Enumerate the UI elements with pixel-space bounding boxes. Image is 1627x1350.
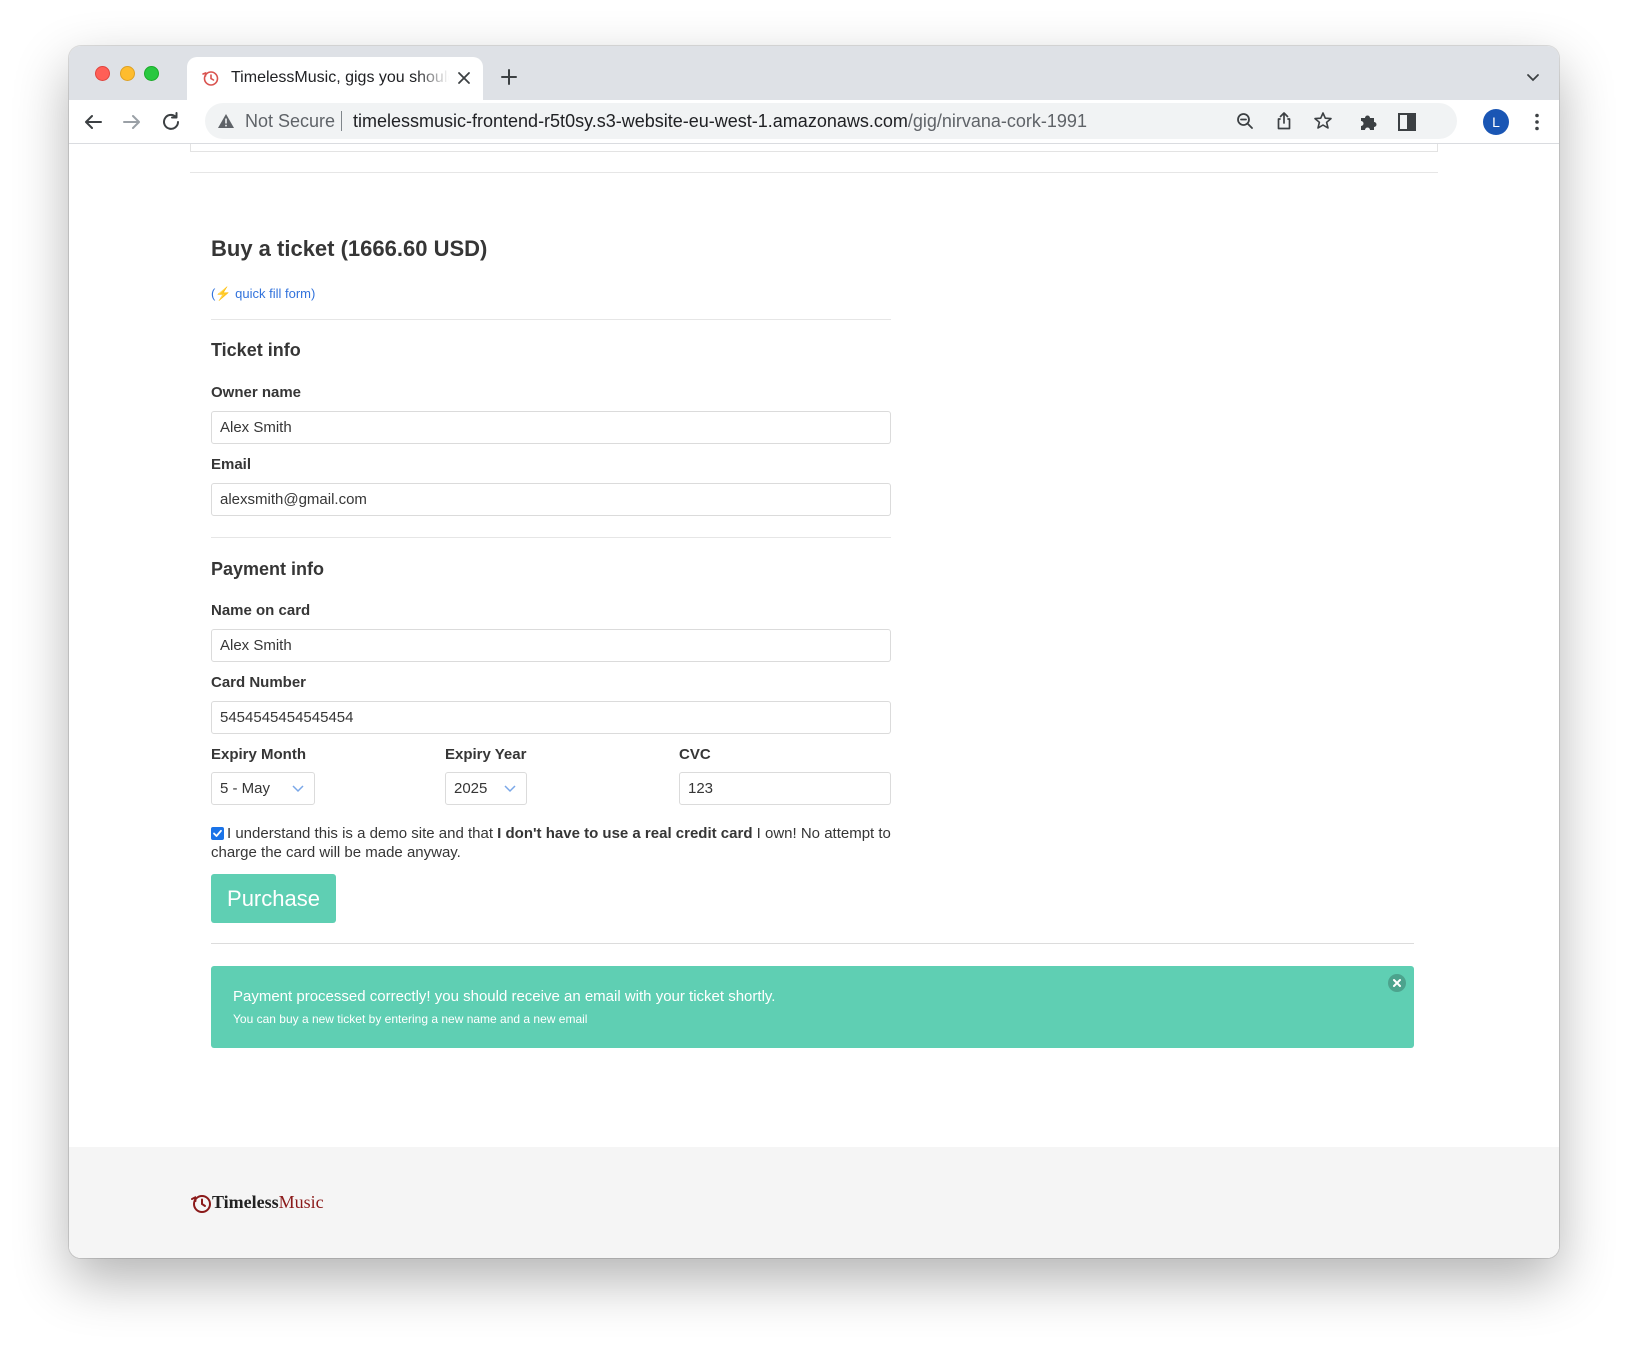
reload-icon[interactable] (159, 110, 183, 134)
logo-text-music: Music (278, 1192, 324, 1212)
chevron-down-icon (292, 785, 304, 793)
close-window-button[interactable] (95, 66, 110, 81)
warning-icon (218, 114, 234, 128)
browser-toolbar: Not Secure timelessmusic-frontend-r5t0sy… (69, 100, 1559, 144)
email-label: Email (211, 456, 252, 473)
page-content: Buy a ticket (1666.60 USD) (⚡ quick fill… (69, 144, 1559, 1258)
expiry-year-label: Expiry Year (445, 746, 527, 763)
expiry-month-label: Expiry Month (211, 746, 307, 763)
divider (190, 172, 1438, 173)
expiry-year-select[interactable]: 2025 (445, 772, 527, 805)
chevron-down-icon[interactable] (1525, 69, 1541, 85)
expiry-month-value: 5 - May (220, 780, 271, 797)
name-on-card-input[interactable]: Alex Smith (211, 629, 891, 662)
chevron-down-icon (504, 785, 516, 793)
cvc-input[interactable]: 123 (679, 772, 891, 805)
owner-name-input[interactable]: Alex Smith (211, 411, 891, 444)
agree-text: I understand this is a demo site and tha… (211, 824, 891, 862)
star-icon[interactable] (1313, 111, 1333, 131)
purchase-button[interactable]: Purchase (211, 874, 336, 923)
agree-text-bold: I don't have to use a real credit card (497, 825, 753, 842)
address-bar[interactable]: Not Secure timelessmusic-frontend-r5t0sy… (205, 103, 1457, 139)
notification-submessage: You can buy a new ticket by entering a n… (233, 1012, 588, 1026)
forward-arrow-icon[interactable] (120, 110, 144, 134)
tab-active[interactable]: TimelessMusic, gigs you should never hav… (187, 57, 483, 100)
expiry-year-value: 2025 (454, 780, 488, 797)
quick-fill-link[interactable]: (⚡ quick fill form) (211, 286, 315, 302)
back-arrow-icon[interactable] (81, 110, 105, 134)
divider (211, 319, 891, 320)
share-icon[interactable] (1274, 111, 1294, 131)
url-path: /gig/nirvana-cork-1991 (907, 111, 1087, 131)
minimize-window-button[interactable] (120, 66, 135, 81)
side-panel-icon[interactable] (1396, 111, 1418, 133)
payment-info-heading: Payment info (211, 559, 325, 579)
agree-text-1: I understand this is a demo site and tha… (227, 825, 498, 842)
notification-close-button[interactable] (1388, 974, 1406, 992)
card-number-input[interactable]: 5454545454545454 (211, 701, 891, 734)
logo-text-timeless: Timeless (212, 1192, 279, 1212)
expiry-month-select[interactable]: 5 - May (211, 772, 315, 805)
maximize-window-button[interactable] (144, 66, 159, 81)
quick-fill-label: quick fill form (231, 286, 311, 301)
close-icon[interactable] (455, 69, 473, 87)
quick-fill-close-paren: ) (311, 286, 316, 301)
page-title: Buy a ticket (1666.60 USD) (211, 236, 488, 261)
browser-window: TimelessMusic, gigs you should never hav… (69, 46, 1559, 1258)
previous-section-edge (190, 144, 1438, 152)
more-menu-icon[interactable] (1525, 110, 1549, 134)
lightning-icon: ⚡ (215, 286, 232, 301)
success-notification: Payment processed correctly! you should … (211, 966, 1414, 1048)
close-icon (1393, 979, 1401, 987)
logo-text: TimelessMusic (212, 1192, 324, 1213)
tab-strip: TimelessMusic, gigs you should never hav… (69, 46, 1559, 100)
divider (211, 943, 1414, 944)
timeless-clock-icon (191, 1195, 211, 1213)
tab-title: TimelessMusic, gigs you should never hav… (231, 69, 449, 86)
address-separator (341, 111, 342, 131)
email-input[interactable]: alexsmith@gmail.com (211, 483, 891, 516)
divider (211, 537, 891, 538)
card-number-label: Card Number (211, 674, 307, 691)
url-text[interactable]: timelessmusic-frontend-r5t0sy.s3-website… (353, 111, 1087, 132)
timeless-clock-icon (202, 71, 219, 86)
cvc-label: CVC (679, 746, 711, 763)
footer: TimelessMusic (69, 1147, 1559, 1258)
name-on-card-label: Name on card (211, 602, 311, 619)
plus-icon[interactable] (499, 67, 519, 87)
ticket-info-heading: Ticket info (211, 340, 301, 360)
notification-message: Payment processed correctly! you should … (233, 988, 776, 1005)
extensions-icon[interactable] (1357, 111, 1379, 133)
url-host: timelessmusic-frontend-r5t0sy.s3-website… (353, 111, 908, 131)
zoom-icon[interactable] (1235, 111, 1255, 131)
security-label[interactable]: Not Secure (245, 111, 335, 132)
profile-avatar[interactable]: L (1483, 109, 1509, 135)
owner-name-label: Owner name (211, 384, 302, 401)
